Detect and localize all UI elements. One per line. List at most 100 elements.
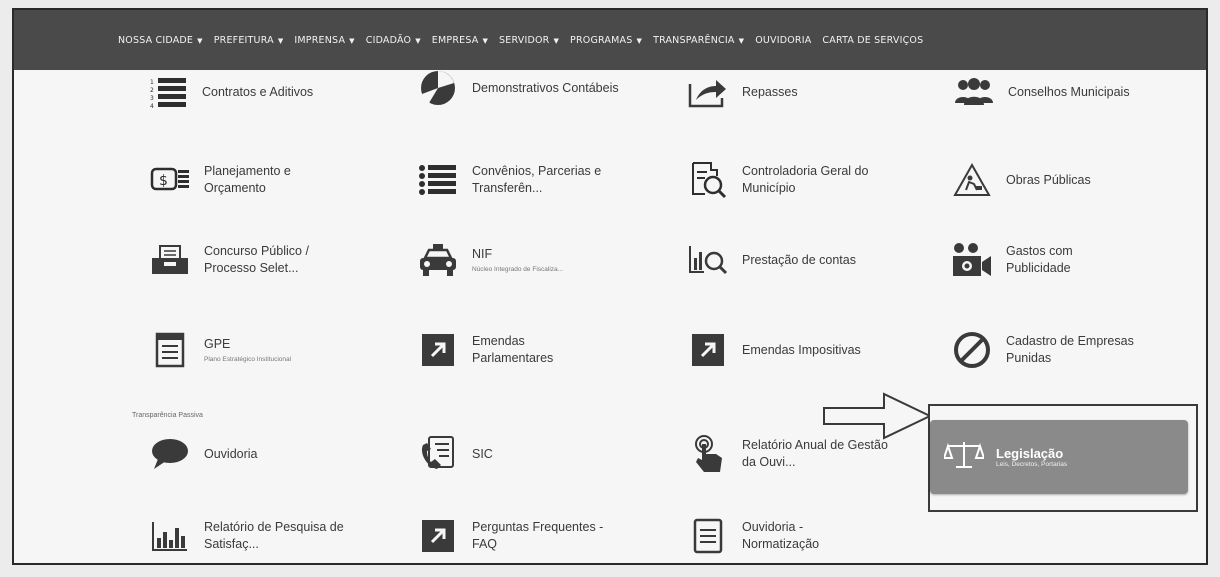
section-label-transparencia-passiva: Transparência Passiva: [132, 412, 203, 419]
nav-label: OUVIDORIA: [755, 34, 812, 46]
tile-label: Cadastro de Empresas Punidas: [1006, 334, 1134, 365]
nav-transparencia[interactable]: TRANSPARÊNCIA ▼: [653, 35, 744, 46]
tile-gastos[interactable]: Gastos com Publicidade: [950, 240, 1126, 280]
tile-label: Perguntas Frequentes - FAQ: [472, 520, 604, 551]
tile-cadastro-empresas[interactable]: Cadastro de Empresas Punidas: [950, 330, 1176, 370]
caret-down-icon: ▼: [636, 36, 643, 45]
nav-label: NOSSA CIDADE: [118, 34, 194, 46]
tile-ouvidoria-normatizacao[interactable]: Ouvidoria - Normatização: [686, 516, 862, 556]
tile-repasses[interactable]: Repasses: [686, 72, 798, 112]
tile-text: GPE Plano Estratégico Institucional: [204, 336, 291, 365]
legislacao-text: Legislação Leis, Decretos, Portarias: [996, 446, 1067, 468]
external-link-icon: [416, 330, 460, 370]
pointer-arrow-icon: [823, 392, 933, 440]
tile-relatorio-pesquisa[interactable]: Relatório de Pesquisa de Satisfaç...: [148, 516, 354, 556]
tile-label: Relatório de Pesquisa de Satisfaç...: [204, 520, 344, 551]
legislacao-subtitle: Leis, Decretos, Portarias: [996, 461, 1068, 468]
group-icon: [952, 72, 996, 112]
legislacao-card[interactable]: Legislação Leis, Decretos, Portarias: [930, 420, 1188, 494]
nav-servidor[interactable]: SERVIDOR ▼: [499, 35, 559, 46]
touch-icon: [686, 434, 730, 474]
tile-emendas-impositivas[interactable]: Emendas Impositivas: [686, 330, 861, 370]
document-lines-icon: [686, 516, 730, 556]
tile-ouvidoria[interactable]: Ouvidoria: [148, 434, 258, 474]
tile-planejamento[interactable]: $ Planejamento e Orçamento: [148, 160, 324, 200]
tile-nif[interactable]: NIF Núcleo Integrado de Fiscaliza...: [416, 240, 563, 280]
tile-text: NIF Núcleo Integrado de Fiscaliza...: [472, 246, 563, 275]
caret-down-icon: ▼: [349, 36, 355, 45]
nav-imprensa[interactable]: IMPRENSA ▼: [294, 35, 354, 46]
phone-document-icon: [416, 434, 460, 474]
nav-label: CARTA DE SERVIÇOS: [822, 34, 924, 46]
nav-prefeitura[interactable]: PREFEITURA ▼: [214, 35, 284, 46]
tile-emendas-parlamentares[interactable]: Emendas Parlamentares: [416, 330, 592, 370]
top-navbar: NOSSA CIDADE ▼ PREFEITURA ▼ IMPRENSA ▼ CIDA…: [14, 10, 1206, 70]
speech-bubble-icon: [148, 434, 192, 474]
nav-label: SERVIDOR: [499, 34, 550, 46]
tile-convenios[interactable]: Convênios, Parcerias e Transferên...: [416, 160, 632, 200]
nav-empresa[interactable]: EMPRESA ▼: [432, 35, 488, 46]
nav-programas[interactable]: PROGRAMAS ▼: [570, 35, 642, 46]
ban-icon: [950, 330, 994, 370]
caret-down-icon: ▼: [553, 36, 560, 45]
nav-label: TRANSPARÊNCIA: [653, 34, 735, 46]
tile-controladoria[interactable]: Controladoria Geral do Município: [686, 160, 902, 200]
svg-text:4: 4: [150, 103, 154, 108]
tile-label: Demonstrativos Contábeis: [472, 80, 619, 95]
nav-label: IMPRENSA: [294, 34, 346, 46]
pie-chart-icon: [416, 68, 460, 108]
chart-search-icon: [686, 240, 730, 280]
document-search-icon: [686, 160, 730, 200]
tile-label: Ouvidoria: [204, 446, 258, 461]
tile-label: Ouvidoria - Normatização: [742, 520, 820, 551]
tile-contratos[interactable]: 1234 Contratos e Aditivos: [146, 72, 313, 112]
tile-sic[interactable]: SIC: [416, 434, 493, 474]
nav-ouvidoria[interactable]: OUVIDORIA: [755, 35, 811, 46]
tile-label: Repasses: [742, 84, 798, 99]
tile-sublabel: Plano Estratégico Institucional: [204, 355, 292, 363]
tile-label: Emendas Parlamentares: [472, 334, 554, 365]
construction-sign-icon: [950, 160, 994, 200]
external-link-icon: [416, 516, 460, 556]
tile-label: SIC: [472, 446, 493, 461]
tile-obras[interactable]: Obras Públicas: [950, 160, 1091, 200]
tile-conselhos[interactable]: Conselhos Municipais: [952, 72, 1130, 112]
tile-label: NIF: [472, 246, 493, 261]
caret-down-icon: ▼: [415, 36, 421, 45]
tile-perguntas-frequentes[interactable]: Perguntas Frequentes - FAQ: [416, 516, 622, 556]
list-numbered-icon: 1234: [146, 72, 190, 112]
tile-label: Gastos com Publicidade: [1006, 244, 1073, 275]
caret-down-icon: ▼: [197, 36, 203, 45]
nav-cidadao[interactable]: CIDADÃO ▼: [366, 35, 421, 46]
nav-label: CIDADÃO: [365, 34, 412, 46]
svg-text:1: 1: [150, 79, 154, 86]
bar-chart-icon: [148, 516, 192, 556]
nav-label: EMPRESA: [431, 34, 479, 46]
car-icon: [416, 240, 460, 280]
list-icon: [416, 160, 460, 200]
caret-down-icon: ▼: [277, 36, 284, 45]
tile-gpe[interactable]: GPE Plano Estratégico Institucional: [148, 330, 291, 370]
money-icon: $: [148, 160, 192, 200]
tile-concurso[interactable]: Concurso Público / Processo Selet...: [148, 240, 334, 280]
tile-label: Emendas Impositivas: [742, 342, 861, 357]
share-arrow-icon: [686, 72, 730, 112]
legislacao-title: Legislação: [996, 446, 1064, 461]
tile-label: Conselhos Municipais: [1008, 84, 1130, 99]
tile-prestacao[interactable]: Prestação de contas: [686, 240, 856, 280]
tile-label: Convênios, Parcerias e Transferên...: [472, 164, 602, 195]
tile-label: Prestação de contas: [742, 252, 856, 267]
svg-text:3: 3: [150, 95, 154, 102]
nav-label: PREFEITURA: [213, 34, 274, 46]
svg-text:2: 2: [150, 87, 154, 94]
caret-down-icon: ▼: [738, 36, 745, 45]
tile-sublabel: Núcleo Integrado de Fiscaliza...: [472, 265, 564, 273]
nav-nossa-cidade[interactable]: NOSSA CIDADE ▼: [118, 35, 203, 46]
nav-carta-servicos[interactable]: CARTA DE SERVIÇOS: [822, 35, 923, 46]
external-link-icon: [686, 330, 730, 370]
tile-demonstrativos[interactable]: Demonstrativos Contábeis: [416, 68, 622, 108]
scales-icon: [942, 440, 986, 475]
tile-label: Planejamento e Orçamento: [204, 164, 291, 195]
video-camera-icon: [950, 240, 994, 280]
inbox-icon: [148, 240, 192, 280]
